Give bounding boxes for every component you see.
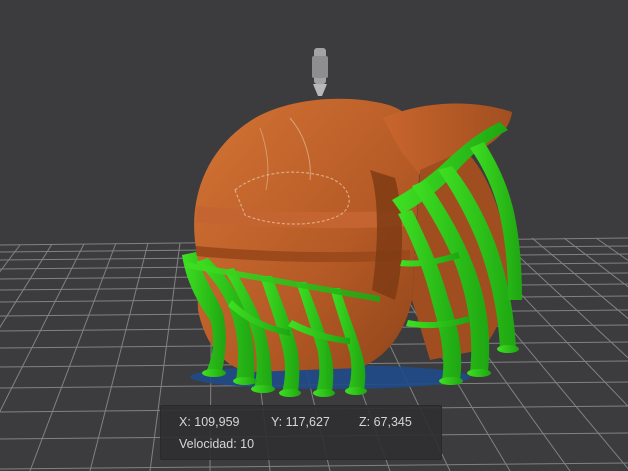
speed-value: Velocidad: 10 <box>179 437 255 451</box>
z-coordinate: Z: 67,345 <box>359 415 412 429</box>
extruder-nozzle-icon <box>312 48 328 96</box>
y-coordinate: Y: 117,627 <box>271 415 330 429</box>
speed-row: Velocidad: 10 <box>161 434 441 454</box>
coordinate-readout-panel: X: 109,959 Y: 117,627 Z: 67,345 Velocida… <box>160 405 442 460</box>
3d-viewport[interactable]: X: 109,959 Y: 117,627 Z: 67,345 Velocida… <box>0 0 628 471</box>
coordinate-row: X: 109,959 Y: 117,627 Z: 67,345 <box>161 412 441 432</box>
x-coordinate: X: 109,959 <box>179 415 240 429</box>
build-scene[interactable] <box>0 0 628 471</box>
